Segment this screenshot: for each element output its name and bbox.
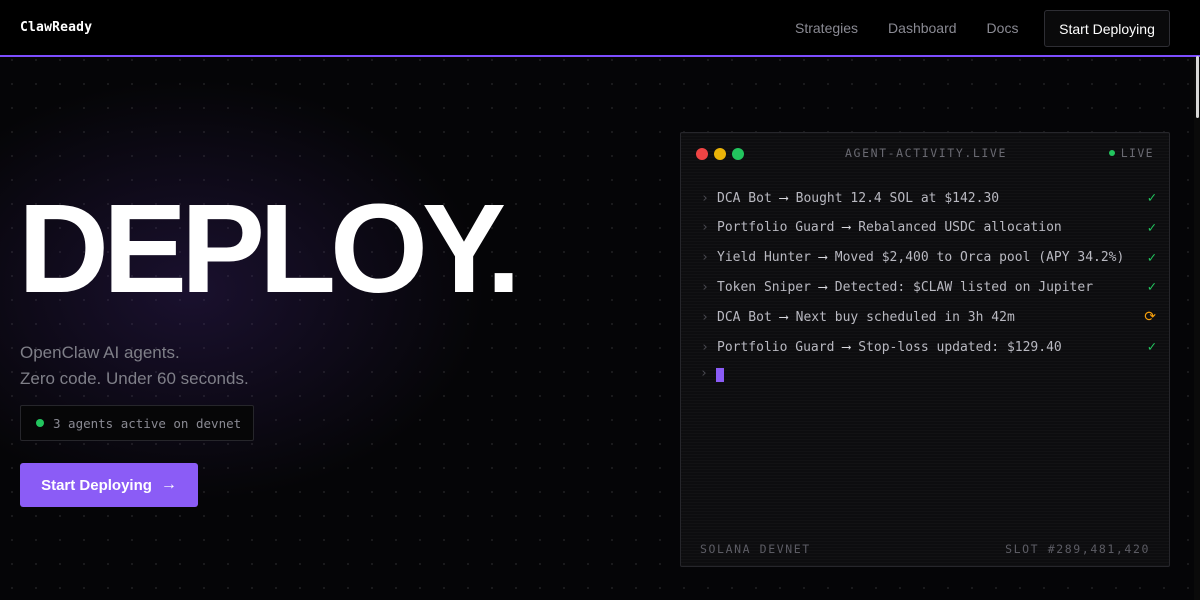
terminal-title: AGENT-ACTIVITY.LIVE xyxy=(845,146,1007,160)
hero-subtitle-line2: Zero code. Under 60 seconds. xyxy=(20,369,249,388)
nav-start-deploying-button[interactable]: Start Deploying xyxy=(1044,10,1170,47)
agent-activity-terminal: AGENT-ACTIVITY.LIVE LIVE › DCA Bot ⟶ Bought… xyxy=(680,132,1170,567)
prompt-chevron-icon: › xyxy=(701,309,709,325)
long-arrow-icon: ⟶ xyxy=(818,250,827,266)
nav-link-dashboard[interactable]: Dashboard xyxy=(888,20,957,36)
log-message: Moved $2,400 to Orca pool (APY 34.2%) xyxy=(834,250,1125,266)
nav-link-strategies[interactable]: Strategies xyxy=(795,20,858,36)
hero-start-deploying-button[interactable]: Start Deploying → xyxy=(20,463,198,507)
check-icon: ✓ xyxy=(1147,249,1156,266)
prompt-chevron-icon: › xyxy=(701,339,709,355)
landing-page: ClawReady Strategies Dashboard Docs Star… xyxy=(0,0,1200,600)
nav-links: Strategies Dashboard Docs xyxy=(795,20,1048,36)
log-message: Rebalanced USDC allocation xyxy=(858,220,1062,236)
check-icon: ✓ xyxy=(1147,339,1156,355)
log-agent-name: Portfolio Guard xyxy=(717,339,835,355)
check-icon: ✓ xyxy=(1147,190,1156,206)
slot-label: SLOT #289,481,420 xyxy=(1005,542,1150,556)
live-label: LIVE xyxy=(1120,146,1154,160)
prompt-chevron-icon: › xyxy=(701,279,709,295)
log-agent-name: DCA Bot xyxy=(717,190,772,206)
pending-icon: ⟳ xyxy=(1144,309,1156,326)
log-line: › Portfolio Guard ⟶ Stop-loss updated: $129… xyxy=(701,337,1156,357)
scrollbar-track[interactable] xyxy=(1194,58,1200,600)
log-line: › Portfolio Guard ⟶ Rebalanced USDC allocat… xyxy=(701,218,1156,238)
network-label: SOLANA DEVNET xyxy=(700,542,811,556)
status-dot-icon xyxy=(36,419,44,427)
log-agent-name: DCA Bot xyxy=(717,309,772,325)
long-arrow-icon: ⟶ xyxy=(779,309,788,325)
log-line: › Token Sniper ⟶ Detected: $CLAW listed on … xyxy=(701,277,1156,297)
top-nav: ClawReady Strategies Dashboard Docs Star… xyxy=(0,0,1200,57)
hero-cta-label: Start Deploying xyxy=(41,476,152,494)
long-arrow-icon: ⟶ xyxy=(842,220,851,236)
check-icon: ✓ xyxy=(1147,219,1156,236)
log-message: Bought 12.4 SOL at $142.30 xyxy=(795,190,1000,206)
log-message: Detected: $CLAW listed on Jupiter xyxy=(834,279,1094,295)
long-arrow-icon: ⟶ xyxy=(779,190,788,206)
input-prompt-icon: › xyxy=(700,366,708,381)
agents-status-badge: 3 agents active on devnet xyxy=(20,405,254,441)
log-agent-name: Token Sniper xyxy=(717,279,811,295)
log-line: › DCA Bot ⟶ Bought 12.4 SOL at $142.30 ✓ xyxy=(701,188,1156,208)
hero-title: DEPLOY. xyxy=(18,178,521,319)
prompt-chevron-icon: › xyxy=(701,250,709,266)
long-arrow-icon: ⟶ xyxy=(842,339,851,355)
nav-link-docs[interactable]: Docs xyxy=(987,20,1019,36)
log-agent-name: Portfolio Guard xyxy=(717,220,835,236)
log-message: Stop-loss updated: $129.40 xyxy=(858,339,1062,355)
agents-status-text: 3 agents active on devnet xyxy=(53,415,242,431)
log-message: Next buy scheduled in 3h 42m xyxy=(795,309,1015,325)
arrow-right-icon: → xyxy=(160,476,177,493)
long-arrow-icon: ⟶ xyxy=(818,279,827,295)
live-dot-icon xyxy=(1108,150,1115,156)
prompt-chevron-icon: › xyxy=(701,220,709,236)
terminal-cursor xyxy=(716,368,724,382)
brand-logo[interactable]: ClawReady xyxy=(20,20,92,35)
log-agent-name: Yield Hunter xyxy=(717,250,811,266)
scrollbar-thumb[interactable] xyxy=(1196,56,1199,118)
log-line: › Yield Hunter ⟶ Moved $2,400 to Orca pool … xyxy=(701,248,1156,268)
check-icon: ✓ xyxy=(1147,279,1156,296)
prompt-chevron-icon: › xyxy=(701,190,709,206)
log-line: › DCA Bot ⟶ Next buy scheduled in 3h 42m ⟳ xyxy=(701,307,1156,327)
hero-subtitle-line1: OpenClaw AI agents. xyxy=(20,343,180,362)
live-indicator: LIVE xyxy=(1108,146,1154,160)
